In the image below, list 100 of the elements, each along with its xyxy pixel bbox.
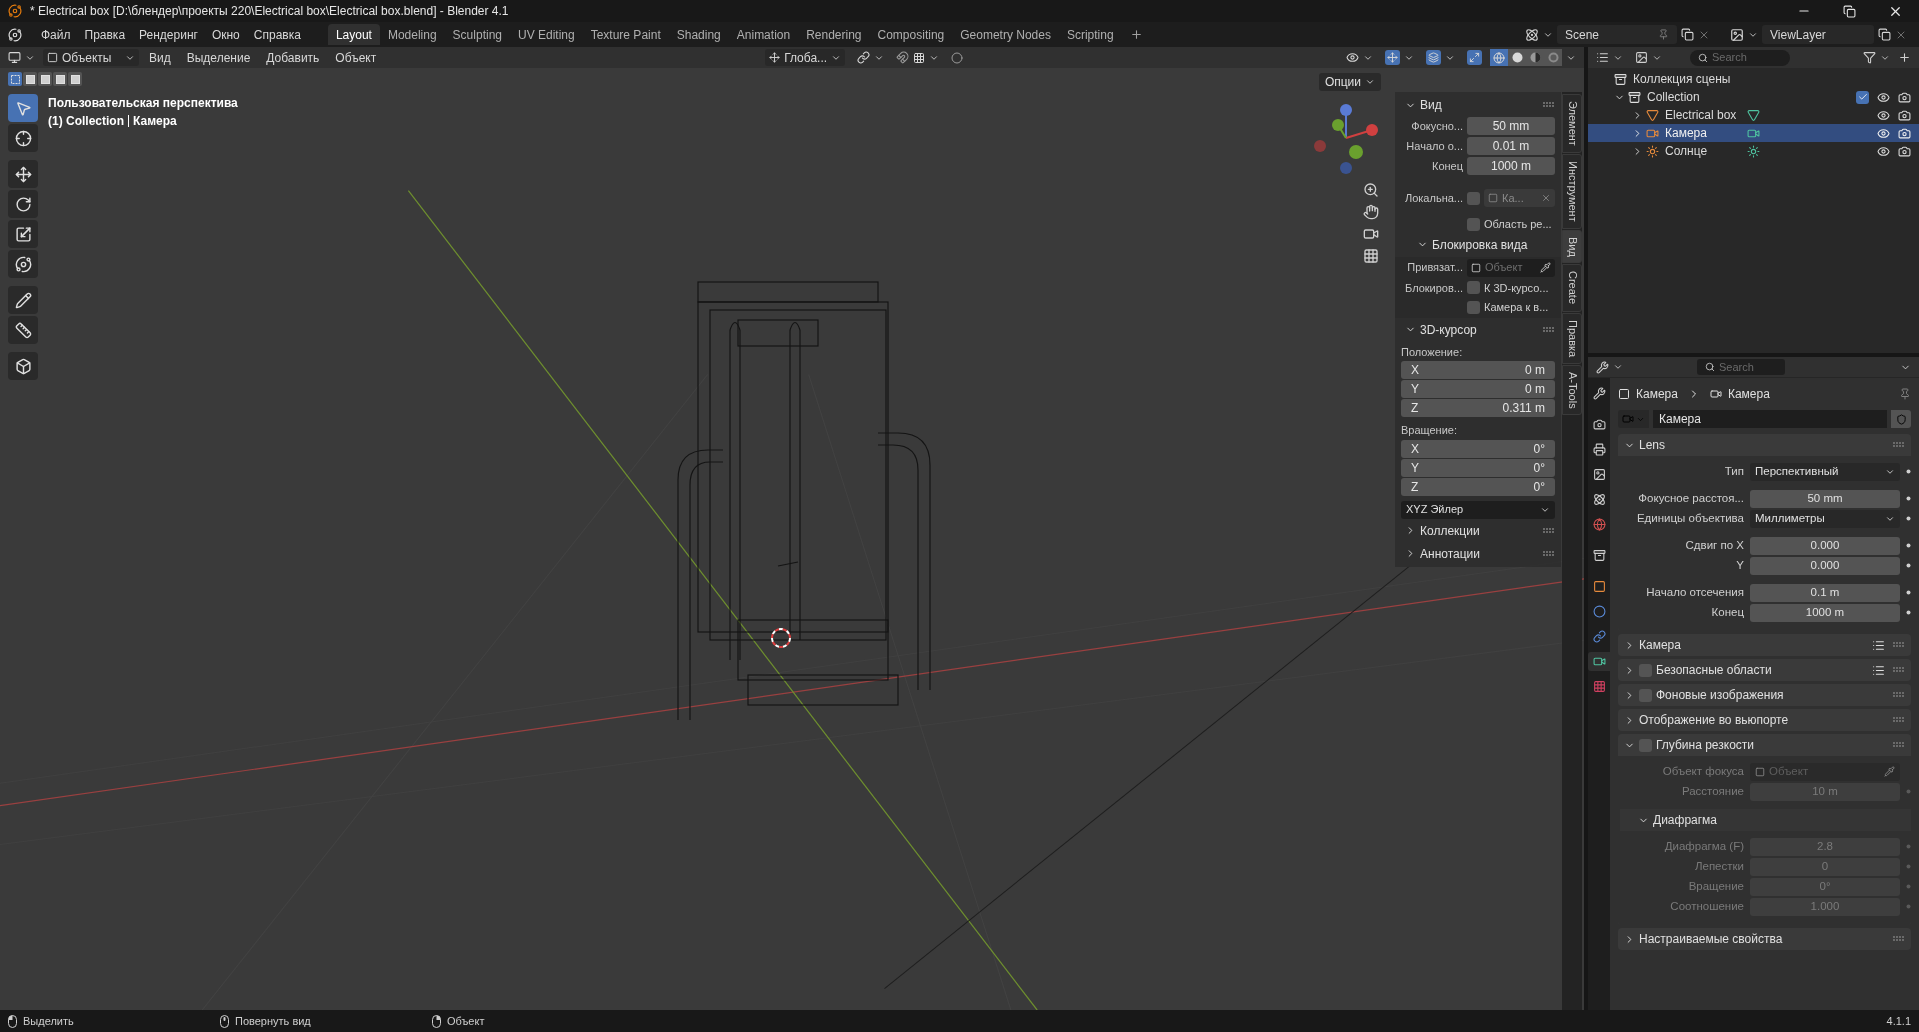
drag-handle-icon[interactable] <box>1893 642 1905 648</box>
mode-dropdown[interactable]: Объекты <box>43 49 139 66</box>
checkbox[interactable] <box>1639 663 1652 677</box>
sidebar-tab[interactable]: Правка <box>1562 312 1582 364</box>
panel-title[interactable]: Фоновые изображения <box>1656 686 1784 704</box>
keyframe-dot-icon[interactable] <box>1906 496 1911 501</box>
menu-item[interactable]: Справка <box>246 25 308 44</box>
panel-title[interactable]: 3D-курсор <box>1420 320 1477 339</box>
workspace-tab[interactable]: Sculpting <box>444 24 510 45</box>
drag-handle-icon[interactable] <box>1893 717 1905 723</box>
menu-item[interactable]: Окно <box>204 25 247 44</box>
workspace-tab[interactable]: Compositing <box>869 24 953 45</box>
zoom-icon[interactable] <box>1363 182 1379 198</box>
checkbox[interactable] <box>1856 90 1869 104</box>
number-field[interactable]: 50 mm <box>1467 117 1555 135</box>
sidebar-tab[interactable]: Вид <box>1562 229 1582 264</box>
outliner-row[interactable]: Солнце <box>1588 142 1919 160</box>
properties-tab[interactable] <box>1588 652 1610 671</box>
number-field[interactable]: 0.000 <box>1750 556 1900 575</box>
workspace-tab[interactable]: Modeling <box>379 24 445 45</box>
render-visibility-icon[interactable] <box>1898 144 1911 158</box>
number-field[interactable]: 1000 m <box>1750 603 1900 622</box>
options-dropdown[interactable]: Опции <box>1318 73 1381 91</box>
checkbox[interactable] <box>1467 300 1480 314</box>
gizmo-toggle[interactable] <box>1385 50 1400 65</box>
view-layer-icon[interactable] <box>1635 51 1648 64</box>
keyframe-dot-icon[interactable] <box>1906 516 1911 521</box>
outliner-row[interactable]: Collection <box>1588 88 1919 106</box>
snap-target-icon[interactable] <box>913 51 926 64</box>
breadcrumb-item[interactable]: Камера <box>1636 385 1678 403</box>
number-field[interactable]: 50 mm <box>1750 489 1900 508</box>
visibility-icon[interactable] <box>1346 51 1359 64</box>
checkbox[interactable] <box>1467 217 1480 231</box>
workspace-tab[interactable]: Animation <box>728 24 799 45</box>
drag-handle-icon[interactable] <box>1893 442 1905 448</box>
coordinate-field[interactable]: X 0° <box>1401 439 1555 458</box>
checkbox-label[interactable]: Камера к в... <box>1484 299 1549 316</box>
checkbox[interactable] <box>1467 281 1480 295</box>
checkbox-label[interactable]: Область ре... <box>1484 216 1552 233</box>
tool-button[interactable] <box>8 124 38 152</box>
panel-title[interactable]: Диафрагма <box>1653 811 1718 829</box>
scene-field[interactable]: Scene <box>1557 25 1677 44</box>
visibility-icon[interactable] <box>1877 108 1890 122</box>
orientation-dropdown[interactable]: Глоба... <box>765 49 846 66</box>
coordinate-field[interactable]: Z 0.311 m <box>1401 399 1555 417</box>
panel-title[interactable]: Аннотации <box>1420 544 1480 563</box>
panel-title[interactable]: Безопасные области <box>1656 661 1772 679</box>
workspace-tab[interactable]: UV Editing <box>510 24 583 45</box>
tool-button[interactable] <box>8 352 38 380</box>
drag-handle-icon[interactable] <box>1893 667 1905 673</box>
view-layer-field[interactable]: ViewLayer <box>1762 25 1874 44</box>
tool-button[interactable] <box>8 220 38 248</box>
snap-icon[interactable] <box>896 51 910 64</box>
ortho-grid-icon[interactable] <box>1363 248 1379 264</box>
menu-item[interactable]: Добавить <box>260 48 326 67</box>
render-visibility-icon[interactable] <box>1898 108 1911 122</box>
workspace-tab[interactable]: Layout <box>327 24 380 45</box>
checkbox[interactable] <box>1467 191 1480 205</box>
menu-item[interactable]: Правка <box>77 25 133 44</box>
add-workspace-icon[interactable] <box>1129 28 1143 41</box>
keyframe-dot-icon[interactable] <box>1906 543 1911 548</box>
shading-button[interactable] <box>1508 49 1526 66</box>
pin-icon[interactable] <box>1899 388 1911 400</box>
menu-item[interactable]: Файл <box>34 25 78 44</box>
new-collection-icon[interactable] <box>1898 51 1911 64</box>
menu-item[interactable]: Вид <box>143 48 177 67</box>
panel-title[interactable]: Lens <box>1639 436 1666 454</box>
checkbox[interactable] <box>1639 688 1652 702</box>
tool-button[interactable] <box>8 190 38 218</box>
drag-handle-icon[interactable] <box>1543 527 1555 534</box>
sidebar-tab[interactable]: Элемент <box>1562 94 1582 153</box>
panel-title[interactable]: Настраиваемые свойства <box>1639 930 1783 948</box>
keyframe-dot-icon[interactable] <box>1906 563 1911 568</box>
selection-mode-button[interactable] <box>8 72 22 86</box>
selection-mode-button[interactable] <box>38 72 52 86</box>
coordinate-field[interactable]: Z 0° <box>1401 477 1555 496</box>
filter-icon[interactable] <box>1863 51 1876 64</box>
restore-icon[interactable] <box>1843 4 1856 18</box>
number-field[interactable]: 0.1 m <box>1750 583 1900 602</box>
tool-button[interactable] <box>8 160 38 188</box>
tool-button[interactable] <box>8 316 38 344</box>
rotation-mode-dropdown[interactable]: XYZ Эйлер <box>1401 500 1555 519</box>
display-mode-icon[interactable] <box>1596 51 1609 64</box>
coordinate-field[interactable]: X 0 m <box>1401 361 1555 379</box>
shading-button[interactable] <box>1490 49 1508 66</box>
panel-title[interactable]: Блокировка вида <box>1432 235 1528 254</box>
drag-handle-icon[interactable] <box>1893 692 1905 698</box>
sidebar-tab[interactable]: Create <box>1562 264 1582 312</box>
xray-toggle[interactable] <box>1467 50 1482 65</box>
dropdown-field[interactable]: Перспективный <box>1750 462 1900 481</box>
render-visibility-icon[interactable] <box>1898 90 1911 104</box>
selection-mode-button[interactable] <box>23 72 37 86</box>
tool-button[interactable] <box>8 286 38 314</box>
sidebar-tab[interactable]: A-Tools <box>1562 364 1582 416</box>
eyedropper-icon[interactable] <box>1540 262 1551 273</box>
panel-title[interactable]: Отображение во вьюпорте <box>1639 711 1789 729</box>
drag-handle-icon[interactable] <box>1893 742 1905 748</box>
workspace-tab[interactable]: Texture Paint <box>582 24 669 45</box>
number-field[interactable]: 1000 m <box>1467 157 1555 175</box>
preset-list-icon[interactable] <box>1872 638 1885 652</box>
